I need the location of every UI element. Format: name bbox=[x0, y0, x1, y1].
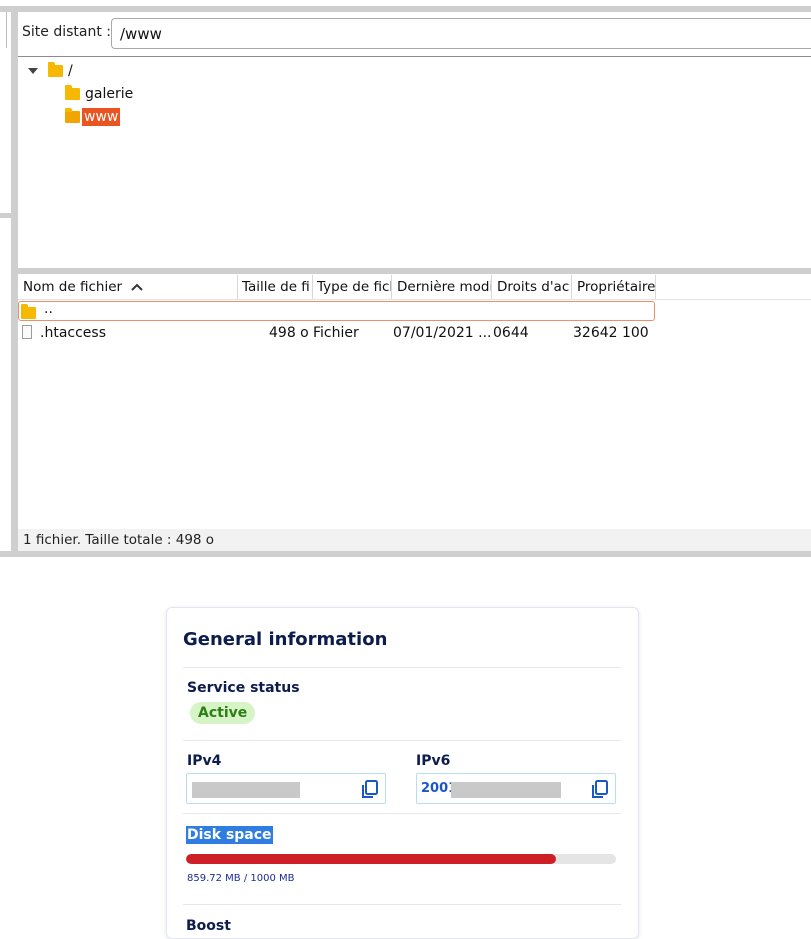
column-header-size[interactable]: Taille de fi bbox=[237, 275, 313, 299]
ipv6-field[interactable]: 2001 bbox=[416, 773, 616, 804]
sort-ascending-icon bbox=[131, 283, 143, 291]
left-pane-splitter[interactable] bbox=[0, 213, 11, 218]
status-badge: Active bbox=[190, 702, 256, 724]
disk-usage-progress-fill bbox=[186, 854, 556, 864]
general-information-card: General information Service status Activ… bbox=[166, 607, 639, 939]
remote-file-list[interactable]: Nom de fichier Taille de fi Type de ficl… bbox=[18, 275, 811, 551]
redacted-value bbox=[192, 782, 300, 798]
copy-icon[interactable] bbox=[360, 779, 380, 799]
card-title: General information bbox=[183, 629, 388, 650]
left-pane-edge bbox=[0, 12, 7, 48]
divider bbox=[183, 813, 621, 814]
ipv6-label: IPv6 bbox=[416, 753, 451, 769]
file-owner: 32642 100 bbox=[573, 325, 649, 341]
file-icon bbox=[22, 325, 32, 339]
column-header-name[interactable]: Nom de fichier bbox=[18, 275, 238, 299]
expand-triangle-icon[interactable] bbox=[28, 68, 38, 74]
tree-node-label: galerie bbox=[85, 86, 134, 102]
pane-splitter-vertical[interactable] bbox=[11, 6, 18, 557]
copy-icon[interactable] bbox=[590, 779, 610, 799]
frame-bar-bottom bbox=[0, 551, 811, 557]
parent-directory-row[interactable]: .. bbox=[18, 301, 655, 321]
redacted-value bbox=[451, 782, 561, 798]
column-header-modified[interactable]: Dernière modi bbox=[392, 275, 492, 299]
folder-icon bbox=[48, 62, 63, 77]
file-modified: 07/01/2021 ... bbox=[393, 325, 492, 341]
service-status-label: Service status bbox=[187, 680, 300, 696]
ipv4-field[interactable] bbox=[186, 773, 386, 804]
divider bbox=[183, 667, 621, 668]
tree-node-root[interactable]: / bbox=[28, 61, 73, 81]
parent-directory-label: .. bbox=[44, 301, 53, 317]
folder-icon bbox=[65, 85, 80, 100]
tree-node-label: / bbox=[68, 63, 73, 79]
file-size: 498 o bbox=[269, 325, 309, 341]
divider bbox=[183, 740, 621, 741]
table-row[interactable]: .htaccess 498 o Fichier 07/01/2021 ... 0… bbox=[18, 323, 718, 343]
column-header-type[interactable]: Type de ficl bbox=[312, 275, 392, 299]
tree-node-label-selected: www bbox=[82, 108, 121, 126]
pane-splitter-horizontal[interactable] bbox=[18, 267, 811, 274]
boost-label: Boost bbox=[186, 918, 231, 934]
file-name: .htaccess bbox=[40, 325, 106, 341]
column-header-owner[interactable]: Propriétaire bbox=[572, 275, 656, 299]
folder-icon bbox=[21, 303, 36, 319]
tree-node-www[interactable]: www bbox=[65, 107, 121, 127]
file-permissions: 0644 bbox=[493, 325, 529, 341]
remote-path-input[interactable] bbox=[111, 18, 811, 49]
column-header-permissions[interactable]: Droits d'ac bbox=[492, 275, 572, 299]
tree-node-galerie[interactable]: galerie bbox=[65, 84, 133, 104]
disk-usage-text: 859.72 MB / 1000 MB bbox=[187, 873, 295, 884]
disk-usage-progress bbox=[186, 854, 616, 864]
frame-bar-top bbox=[0, 6, 811, 12]
disk-space-label: Disk space bbox=[186, 826, 273, 844]
divider bbox=[183, 904, 621, 905]
remote-directory-tree[interactable]: / galerie www bbox=[18, 56, 811, 268]
file-type: Fichier bbox=[313, 325, 359, 341]
ftp-client: Site distant : / galerie www Nom de fich… bbox=[0, 0, 811, 557]
header-divider bbox=[18, 299, 811, 300]
status-bar: 1 fichier. Taille totale : 498 o bbox=[18, 529, 811, 551]
ipv4-label: IPv4 bbox=[187, 753, 222, 769]
remote-site-label: Site distant : bbox=[22, 24, 111, 40]
folder-open-icon bbox=[65, 108, 80, 123]
